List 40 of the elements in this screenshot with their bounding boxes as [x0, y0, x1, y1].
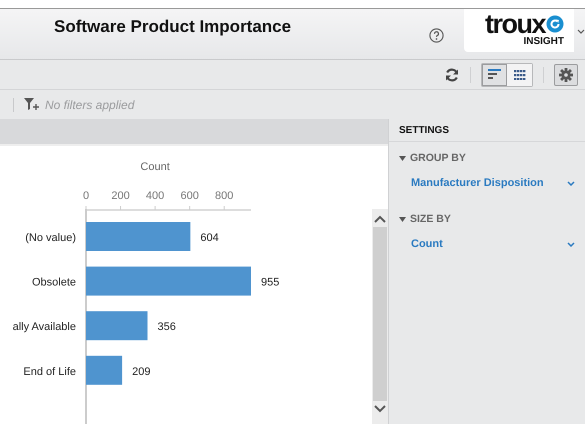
settings-button[interactable] [554, 64, 578, 86]
logo: troux INSIGHT [464, 9, 574, 52]
tick-label: 400 [146, 190, 164, 202]
tick-label: 0 [82, 190, 90, 202]
tick-label: 800 [215, 190, 234, 202]
axis-title: Count [140, 161, 170, 173]
bar-list-icon [488, 69, 501, 80]
tick-label: 600 [180, 190, 199, 202]
scroll-down-icon[interactable] [374, 405, 386, 413]
refresh-icon[interactable] [444, 66, 460, 82]
section-header[interactable]: SIZE BY [399, 213, 575, 225]
category-label: (No value) [25, 232, 76, 244]
value-label: 955 [261, 276, 280, 289]
chevron-down-icon [567, 242, 575, 246]
value-label: 604 [200, 232, 219, 244]
dropdown[interactable]: Count [411, 238, 575, 250]
add-filter-icon[interactable] [24, 98, 39, 111]
grid-icon [514, 70, 526, 80]
value-label: 356 [158, 321, 176, 334]
category-label: End of Life [23, 366, 76, 378]
section-label: GROUP BY [410, 152, 466, 164]
value-label: 209 [132, 366, 150, 378]
settings-icon [559, 68, 573, 82]
refresh-circle-icon [546, 15, 564, 33]
category-label: ally Available [12, 321, 76, 334]
dropdown[interactable]: Manufacturer Disposition [411, 177, 575, 189]
settings-title: SETTINGS [389, 119, 585, 142]
category-label: Obsolete [32, 276, 76, 289]
section-label: SIZE BY [410, 213, 451, 225]
view-toggle[interactable] [482, 64, 507, 86]
section-header[interactable]: GROUP BY [399, 152, 575, 164]
scrollbar-thumb[interactable] [373, 227, 387, 401]
view-toggle[interactable] [507, 64, 532, 86]
tick-label: 200 [111, 190, 130, 202]
chevron-down-icon[interactable] [577, 29, 585, 35]
filter-status: No filters applied [45, 98, 134, 112]
page-title: Software Product Importance [54, 17, 292, 37]
chevron-down-icon [567, 180, 575, 186]
help-icon[interactable] [429, 28, 444, 43]
scroll-up-icon[interactable] [374, 215, 386, 223]
